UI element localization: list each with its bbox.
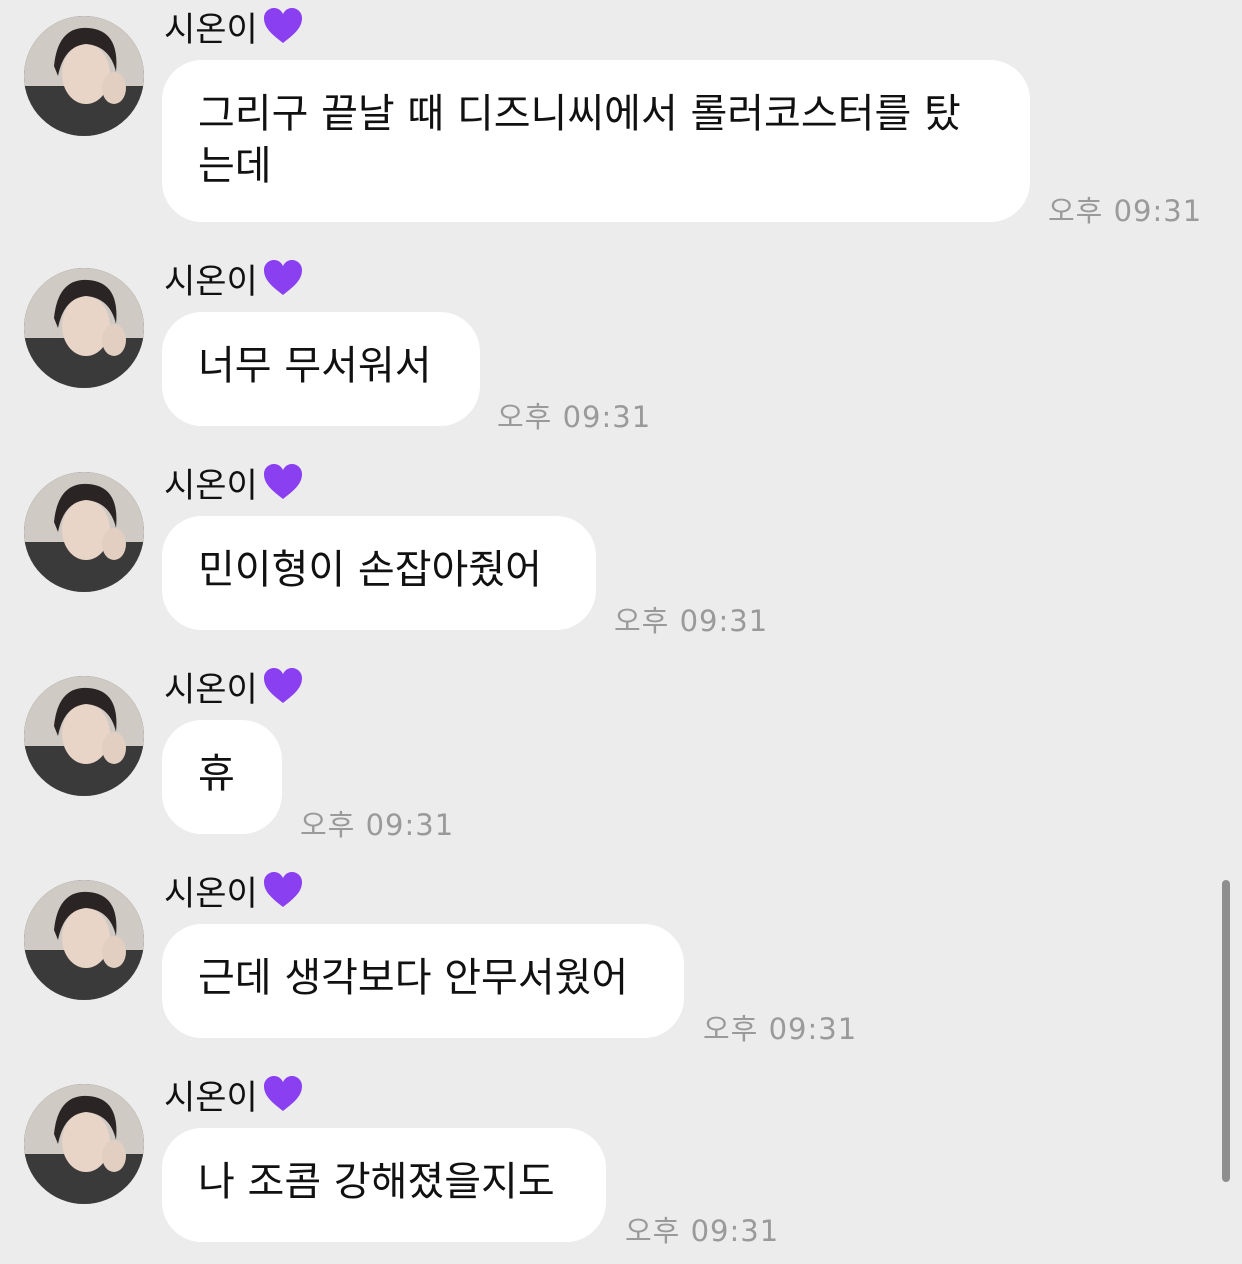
- message-bubble[interactable]: 민이형이 손잡아줬어: [162, 516, 596, 630]
- message-time: 오후 09:31: [703, 1012, 858, 1046]
- chat-message-list[interactable]: 시온이 그리구 끝날 때 디즈니씨에서 롤러코스터를 탔 는데 오후 09:31…: [0, 0, 1242, 1264]
- purple-heart-icon: [263, 464, 302, 499]
- purple-heart-icon: [263, 8, 302, 43]
- message-time: 오후 09:31: [497, 400, 652, 434]
- message-time: 오후 09:31: [300, 808, 455, 842]
- message-bubble[interactable]: 휴: [162, 720, 282, 834]
- sender-name: 시온이: [164, 252, 304, 304]
- sender-name: 시온이: [164, 0, 304, 52]
- avatar[interactable]: [24, 16, 144, 136]
- sender-name: 시온이: [164, 864, 304, 916]
- message-time: 오후 09:31: [625, 1214, 780, 1248]
- sender-name: 시온이: [164, 456, 304, 508]
- avatar[interactable]: [24, 268, 144, 388]
- message-bubble[interactable]: 그리구 끝날 때 디즈니씨에서 롤러코스터를 탔 는데: [162, 60, 1030, 222]
- avatar[interactable]: [24, 1084, 144, 1204]
- message-time: 오후 09:31: [614, 604, 769, 638]
- message-bubble[interactable]: 근데 생각보다 안무서웠어: [162, 924, 684, 1038]
- purple-heart-icon: [263, 872, 302, 907]
- scrollbar[interactable]: [1222, 880, 1230, 1182]
- message-bubble[interactable]: 나 조콤 강해졌을지도: [162, 1128, 606, 1242]
- avatar[interactable]: [24, 676, 144, 796]
- message-bubble[interactable]: 너무 무서워서: [162, 312, 480, 426]
- purple-heart-icon: [263, 260, 302, 295]
- avatar[interactable]: [24, 880, 144, 1000]
- sender-name: 시온이: [164, 660, 304, 712]
- message-time: 오후 09:31: [1048, 194, 1203, 228]
- purple-heart-icon: [263, 668, 302, 703]
- avatar[interactable]: [24, 472, 144, 592]
- purple-heart-icon: [263, 1076, 302, 1111]
- sender-name: 시온이: [164, 1068, 304, 1120]
